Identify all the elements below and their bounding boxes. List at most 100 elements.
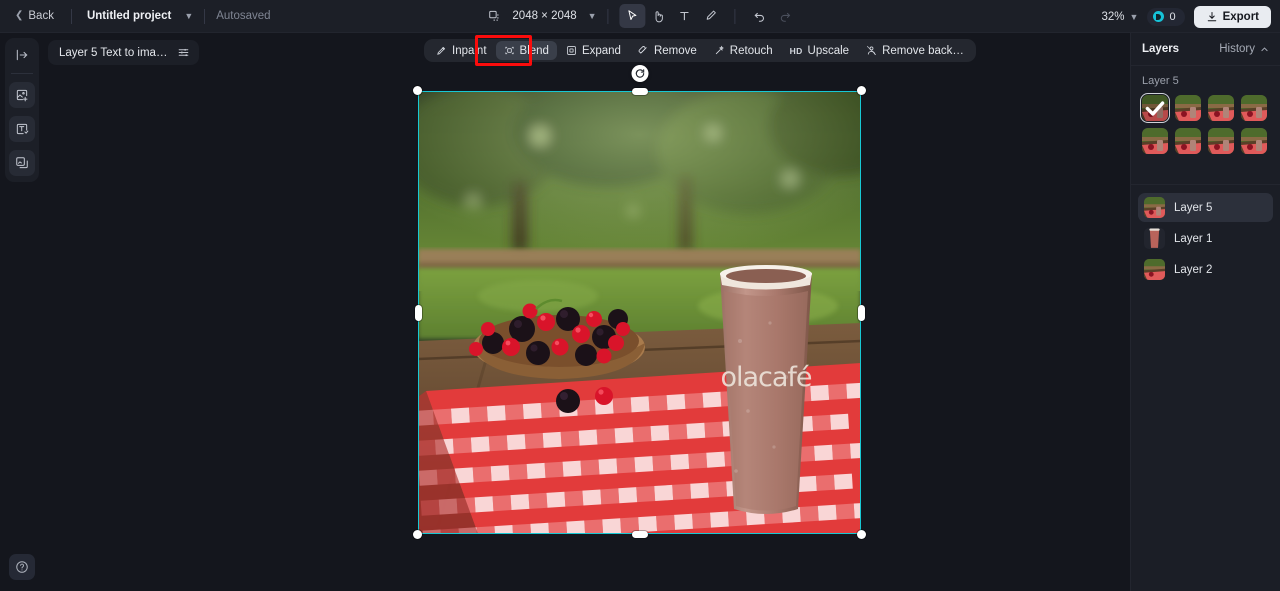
variants-section: Layer 5 xyxy=(1131,66,1280,154)
resize-handle-bottom[interactable] xyxy=(631,530,648,538)
undo-icon[interactable] xyxy=(747,4,773,28)
hand-tool-icon[interactable] xyxy=(646,4,672,28)
zoom-control[interactable]: 32% ▼ xyxy=(1102,11,1139,23)
autosaved-status: Autosaved xyxy=(216,10,271,22)
download-icon xyxy=(1207,11,1216,21)
variants-group-label: Layer 5 xyxy=(1142,75,1179,87)
variant-thumbnail[interactable] xyxy=(1175,95,1201,121)
layer-list: Layer 5 Layer 1 Layer 2 xyxy=(1131,185,1280,284)
image-editor-app: ❮ Back Untitled project ▼ Autosaved 2048… xyxy=(0,0,1280,591)
expand-button[interactable]: Expand xyxy=(558,41,629,60)
expand-icon xyxy=(566,45,577,56)
variant-thumbnail[interactable] xyxy=(1142,128,1168,154)
divider-2 xyxy=(204,8,206,24)
layers-panel-title: Layers xyxy=(1142,43,1180,55)
inpaint-label: Inpaint xyxy=(452,44,487,57)
divider-1 xyxy=(70,8,72,24)
upscale-label: Upscale xyxy=(807,44,850,57)
zoom-chevron-down-icon: ▼ xyxy=(1129,11,1139,22)
blend-label: Blend xyxy=(519,44,549,57)
layer-name: Layer 2 xyxy=(1174,263,1213,276)
selected-layer-frame[interactable]: olacafé xyxy=(413,65,866,539)
crop-resize-icon[interactable] xyxy=(481,4,507,28)
retouch-icon xyxy=(714,45,725,56)
add-image-icon[interactable] xyxy=(9,82,35,108)
resize-handle-bottom-left[interactable] xyxy=(413,530,422,539)
rail-divider xyxy=(11,73,33,74)
layer-row[interactable]: Layer 2 xyxy=(1138,255,1273,284)
topbar-left-group: ❮ Back Untitled project ▼ Autosaved xyxy=(0,6,271,26)
resize-handle-top-left[interactable] xyxy=(413,86,422,95)
canvas-size-value[interactable]: 2048 × 2048 xyxy=(507,7,581,25)
variant-selected-check-icon xyxy=(1142,95,1168,121)
select-tool-icon[interactable] xyxy=(619,4,646,28)
remove-background-label: Remove back… xyxy=(882,44,964,57)
layer-thumbnail xyxy=(1144,259,1165,280)
layer-name: Layer 5 xyxy=(1174,201,1213,214)
layers-panel: Layers History Layer 5 Layer 5 Layer 1 L… xyxy=(1130,33,1280,591)
blend-button[interactable]: Blend xyxy=(495,41,557,60)
collapse-panel-icon[interactable] xyxy=(9,42,35,68)
layer-row[interactable]: Layer 1 xyxy=(1138,224,1273,253)
variant-thumbnail[interactable] xyxy=(1140,93,1170,123)
top-toolbar: ❮ Back Untitled project ▼ Autosaved 2048… xyxy=(0,0,1280,33)
text-to-image-icon[interactable] xyxy=(9,116,35,142)
retouch-button[interactable]: Retouch xyxy=(706,41,781,60)
resize-handle-left[interactable] xyxy=(414,304,422,321)
topbar-right-group: 32% ▼ 0 Export xyxy=(1102,0,1271,33)
expand-label: Expand xyxy=(581,44,621,57)
resize-handle-top-right[interactable] xyxy=(857,86,866,95)
project-chevron-down-icon[interactable]: ▼ xyxy=(184,11,193,21)
history-toggle[interactable]: History xyxy=(1219,43,1269,55)
remove-background-button[interactable]: Remove back… xyxy=(858,41,972,60)
layer-thumbnail xyxy=(1144,197,1165,218)
chevron-left-icon: ❮ xyxy=(15,10,24,21)
help-circle-icon xyxy=(16,561,28,573)
credits-badge[interactable]: 0 xyxy=(1147,7,1185,26)
divider-3 xyxy=(607,8,609,24)
history-label: History xyxy=(1219,43,1255,55)
variant-thumbnail[interactable] xyxy=(1175,128,1201,154)
resize-handle-right[interactable] xyxy=(857,304,865,321)
divider-4 xyxy=(734,8,736,24)
active-layer-chip[interactable]: Layer 5 Text to ima… xyxy=(48,40,200,65)
back-button[interactable]: ❮ Back xyxy=(9,6,60,26)
sliders-icon[interactable] xyxy=(177,46,190,59)
svg-text:olacafé: olacafé xyxy=(720,362,811,393)
canvas-size-chevron-down-icon[interactable]: ▼ xyxy=(588,11,597,21)
retouch-label: Retouch xyxy=(729,44,773,57)
remove-icon xyxy=(638,45,649,56)
rotate-icon xyxy=(635,69,644,78)
credits-coin-icon xyxy=(1153,11,1165,22)
export-button[interactable]: Export xyxy=(1193,5,1271,28)
resize-handle-top[interactable] xyxy=(631,87,648,95)
image-actions-toolbar: Inpaint Blend Expand Remove Retouch HD U… xyxy=(424,39,976,62)
variant-thumbnail[interactable] xyxy=(1241,95,1267,121)
help-button[interactable] xyxy=(9,554,35,580)
canvas-area[interactable]: olacafé xyxy=(42,33,1130,591)
active-layer-label: Layer 5 Text to ima… xyxy=(59,46,168,59)
variant-thumbnail[interactable] xyxy=(1208,95,1234,121)
topbar-center-group: 2048 × 2048 ▼ xyxy=(481,4,798,28)
remove-background-icon xyxy=(866,45,877,56)
chevron-up-icon xyxy=(1261,46,1268,51)
inpaint-icon xyxy=(436,45,447,56)
upscale-button[interactable]: HD Upscale xyxy=(782,41,857,60)
inpaint-button[interactable]: Inpaint xyxy=(428,41,495,60)
layer-thumbnail xyxy=(1144,228,1165,249)
resize-handle-bottom-right[interactable] xyxy=(857,530,866,539)
rotate-handle[interactable] xyxy=(631,65,648,82)
brush-tool-icon[interactable] xyxy=(698,4,724,28)
left-tool-rail xyxy=(5,38,39,182)
variant-thumbnail[interactable] xyxy=(1241,128,1267,154)
export-label: Export xyxy=(1222,10,1259,23)
canvas-image[interactable]: olacafé xyxy=(418,91,861,534)
layers-icon[interactable] xyxy=(9,150,35,176)
redo-icon[interactable] xyxy=(773,4,799,28)
layer-row[interactable]: Layer 5 xyxy=(1138,193,1273,222)
text-tool-icon[interactable] xyxy=(672,4,698,28)
variant-thumbnail[interactable] xyxy=(1208,128,1234,154)
remove-button[interactable]: Remove xyxy=(630,41,705,60)
project-name[interactable]: Untitled project xyxy=(83,7,175,25)
blend-icon xyxy=(504,45,515,56)
